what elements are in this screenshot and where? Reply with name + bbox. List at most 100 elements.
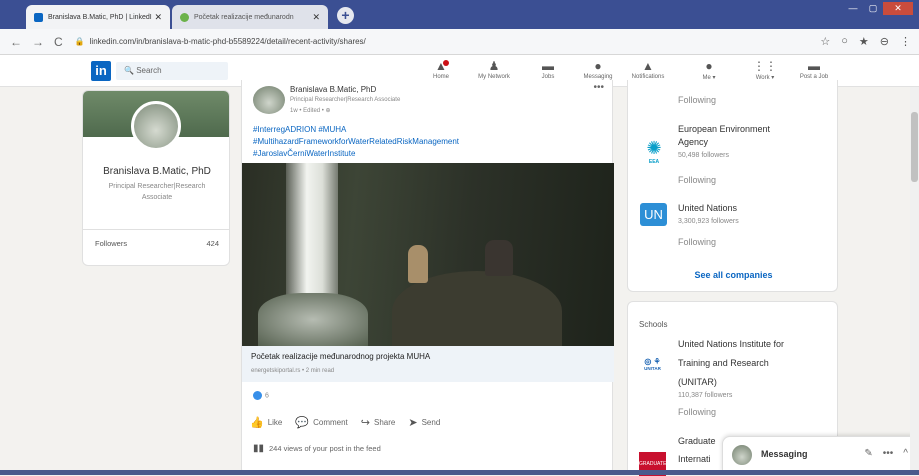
bell-icon: ▲ [642,59,654,73]
briefcase-icon: ▬ [808,59,820,73]
un-logo[interactable]: UN [640,203,667,226]
forward-button[interactable]: → [32,35,44,49]
school-unitar[interactable]: United Nations Institute for Training an… [678,338,784,402]
url-field[interactable]: 🔒 linkedin.com/in/branislava-b-matic-phd-… [75,37,366,46]
post-time: 1w • Edited • ⊕ [290,108,331,114]
search-input[interactable]: 🔍 Search [116,62,228,80]
more-icon[interactable]: ••• [883,448,894,459]
like-reaction-icon [253,391,262,400]
link-title: Početak realizacije međunarodnog projekt… [251,352,431,361]
send-icon: ➤ [408,417,418,429]
linkedin-logo[interactable]: in [91,61,111,81]
chevron-up-icon[interactable]: ^ [903,448,908,459]
window-controls: — ▢ ✕ [843,2,913,15]
eea-logo[interactable]: ✺ EEA [643,138,665,165]
grid-icon: ⋮⋮ [753,59,777,73]
comment-button[interactable]: 💬 Comment [295,416,347,429]
hashtag-line[interactable]: #MultihazardFrameworkforWaterRelatedRisk… [253,136,459,148]
company-eea[interactable]: European Environment Agency 50,498 follo… [678,123,770,162]
post-views[interactable]: ▮▮ 244 views of your post in the feed [253,443,381,454]
scrollbar-thumb[interactable] [911,112,918,182]
linkedin-favicon-icon [34,12,43,22]
divider [83,229,229,230]
reload-button[interactable]: C [54,35,63,49]
page-scrollbar[interactable] [910,87,919,475]
thumbs-up-icon: 👍 [250,417,264,429]
nav-jobs[interactable]: ▬ Jobs [528,59,568,80]
school-graduate-institute[interactable]: Graduate Internati [678,435,716,466]
browser-tab-bar: Branislava B.Matic, PhD | LinkedI ✕ Poče… [0,0,919,29]
post-author-name[interactable]: Branislava B.Matic, PhD [290,85,376,94]
browser-tab-article[interactable]: Početak realizacije međunarodn ✕ [172,5,328,29]
extension-icon[interactable]: ○ [841,35,848,48]
lock-icon: 🔒 [74,37,85,46]
avatar [730,443,754,467]
person-shape [485,240,513,276]
taskbar-edge [0,470,919,475]
company-un[interactable]: United Nations 3,300,923 followers [678,202,739,228]
bar-chart-icon: ▮▮ [253,443,265,454]
like-button[interactable]: 👍 Like [250,416,282,429]
profile-card: Branislava B.Matic, PhD Principal Resear… [82,90,230,266]
follower-count: 50,498 followers [678,152,729,159]
back-button[interactable]: ← [10,35,22,49]
tab-title: Početak realizacije međunarodn [194,13,294,21]
profile-icon[interactable]: ⊖ [880,35,889,48]
nav-work[interactable]: ⋮⋮ Work ▾ [745,59,785,81]
nav-me[interactable]: ● Me ▾ [689,59,729,81]
send-button[interactable]: ➤ Send [408,416,440,429]
nav-post-job[interactable]: ▬ Post a Job [794,59,834,80]
hashtag-line[interactable]: #InterregADRION #MUHA [253,124,459,136]
pool-shape [258,293,368,346]
nav-home[interactable]: ▲ Home [421,59,461,80]
share-icon: ↪ [360,417,370,429]
profile-name[interactable]: Branislava B.Matic, PhD [83,166,229,177]
messaging-bar[interactable]: Messaging ✎ ••• ^ [722,436,919,472]
address-bar: ← → C 🔒 linkedin.com/in/branislava-b-mati… [0,29,919,55]
jobs-icon: ▬ [542,59,554,73]
minimize-button[interactable]: — [843,2,863,15]
profile-avatar[interactable] [131,101,181,151]
author-avatar[interactable] [253,86,285,114]
messaging-label: Messaging [761,449,808,459]
hashtag-line[interactable]: #JaroslavČerniWaterInstitute [253,148,459,160]
bookmark-star-icon[interactable]: ☆ [820,35,830,48]
tab-close-icon[interactable]: ✕ [312,12,320,23]
extension-star-icon[interactable]: ★ [859,35,869,48]
post-actions: 👍 Like 💬 Comment ↪ Share ➤ Send [250,416,440,429]
post-image[interactable] [242,163,614,346]
post-more-menu-icon[interactable]: ••• [593,82,604,93]
browser-menu-icon[interactable]: ⋮ [900,35,911,48]
reactions-count[interactable]: 6 [253,391,269,400]
compose-icon[interactable]: ✎ [864,448,872,459]
avatar-icon: ● [705,59,713,73]
link-source: energetskiportal.rs • 2 min read [251,368,335,374]
followers-count: 424 [206,239,219,248]
messaging-controls: ✎ ••• ^ [864,448,908,459]
close-window-button[interactable]: ✕ [883,2,913,15]
messaging-icon: ● [594,59,602,73]
home-icon: ▲ [435,59,447,73]
following-button[interactable]: Following [678,94,716,107]
nav-messaging[interactable]: ● Messaging [578,59,618,80]
following-button[interactable]: Following [678,236,716,249]
see-all-companies-link[interactable]: See all companies [628,270,839,280]
following-button[interactable]: Following [678,406,716,419]
tab-close-icon[interactable]: ✕ [154,12,162,23]
maximize-button[interactable]: ▢ [863,2,883,15]
companies-card: Following ✺ EEA European Environment Agen… [627,80,838,292]
browser-tab-linkedin[interactable]: Branislava B.Matic, PhD | LinkedI ✕ [26,5,170,29]
unitar-logo[interactable]: ◎ ⚘ UNITAR [639,357,666,375]
tab-title: Branislava B.Matic, PhD | LinkedI [48,13,152,21]
new-tab-button[interactable]: + [337,7,354,24]
following-button[interactable]: Following [678,174,716,187]
share-button[interactable]: ↪ Share [361,416,396,429]
schools-header: Schools [639,320,668,329]
follower-count: 3,300,923 followers [678,218,739,225]
nav-notifications[interactable]: ▲ Notifications [628,59,668,80]
followers-row[interactable]: Followers 424 [95,239,219,248]
comment-icon: 💬 [295,417,310,429]
nav-my-network[interactable]: ♟ My Network [474,59,514,80]
link-preview[interactable]: Početak realizacije međunarodnog projekt… [242,346,614,382]
notification-dot [443,60,449,66]
